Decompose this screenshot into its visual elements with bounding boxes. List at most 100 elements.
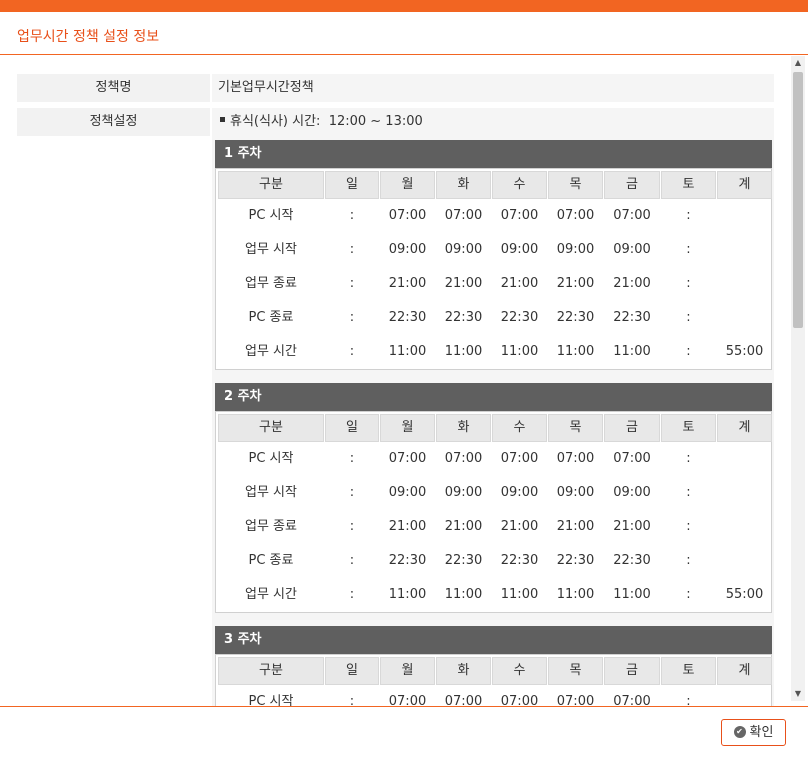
break-time-line: 휴식(식사) 시간: 12:00 ~ 13:00 xyxy=(220,112,423,132)
dialog-content[interactable]: 정책명 기본업무시간정책 정책설정 휴식(식사) 시간: 12:00 ~ 13:… xyxy=(0,56,808,706)
table-cell: 22:30 xyxy=(613,553,651,568)
table-cell: 11:00 xyxy=(556,587,595,602)
row-label-cell: PC 시작 xyxy=(248,694,294,706)
table-cell: 21:00 xyxy=(500,519,539,534)
table-header-cell: 계 xyxy=(717,171,772,199)
week-section: 1 주차 구분 일 월 화 수 목 금 토 계 PC 시작: 07:00 07:00 07:00 07:00… xyxy=(215,140,772,370)
table-cell: 21:00 xyxy=(556,276,595,291)
table-cell: 21:00 xyxy=(556,519,595,534)
table-cell: 55:00 xyxy=(725,344,764,359)
table-cell: 07:00 xyxy=(556,451,595,466)
table-cell: 11:00 xyxy=(500,587,539,602)
table-header-cell: 수 xyxy=(492,657,547,685)
dialog-header: 업무시간 정책 설정 정보 xyxy=(0,12,808,55)
check-circle-icon: ✔ xyxy=(733,725,746,738)
table-cell: : xyxy=(349,310,355,325)
table-cell: 07:00 xyxy=(388,694,427,706)
table-cell: 21:00 xyxy=(444,519,483,534)
table-cell xyxy=(717,199,772,233)
scrollbar-thumb[interactable] xyxy=(793,72,803,328)
bullet-square-icon xyxy=(220,117,225,122)
table-header-cell: 수 xyxy=(492,414,547,442)
table-header-cell: 토 xyxy=(661,414,716,442)
table-cell: : xyxy=(349,587,355,602)
table-cell: 07:00 xyxy=(500,208,539,223)
table-cell xyxy=(717,510,772,544)
table-cell: 09:00 xyxy=(556,485,595,500)
table-cell: 09:00 xyxy=(500,485,539,500)
table-cell xyxy=(717,442,772,476)
table-cell: 07:00 xyxy=(444,694,483,706)
table-header-cell: 토 xyxy=(661,657,716,685)
week-title: 3 주차 xyxy=(215,626,772,654)
table-header-cell: 일 xyxy=(325,414,379,442)
table-cell: 22:30 xyxy=(388,310,427,325)
table-cell: 11:00 xyxy=(613,587,651,602)
scroll-up-arrow-icon[interactable]: ▲ xyxy=(791,56,805,70)
table-header-cell: 토 xyxy=(661,171,716,199)
table-cell: 07:00 xyxy=(613,451,651,466)
table-cell: 11:00 xyxy=(388,587,427,602)
table-cell: : xyxy=(686,451,691,466)
policy-setting-label: 정책설정 xyxy=(17,108,210,136)
week-section: 3 주차 구분 일 월 화 수 목 금 토 계 PC 시작: 07:00 07:00 07:00 07:00… xyxy=(215,626,772,706)
table-cell: : xyxy=(686,519,691,534)
table-cell: 21:00 xyxy=(613,276,651,291)
week-table: 구분 일 월 화 수 목 금 토 계 PC 시작: 07:00 07:00 07:00 07:00 07:0… xyxy=(215,654,772,706)
table-cell: 09:00 xyxy=(613,485,651,500)
row-label-cell: 업무 종료 xyxy=(245,276,297,291)
week-table: 구분 일 월 화 수 목 금 토 계 PC 시작: 07:00 07:00 07:00 07:00 07:0… xyxy=(215,168,772,370)
table-header-cell: 금 xyxy=(604,414,660,442)
table-cell: 22:30 xyxy=(388,553,427,568)
table-header-cell: 월 xyxy=(380,171,435,199)
table-cell: 22:30 xyxy=(613,310,651,325)
table-cell: 22:30 xyxy=(500,310,539,325)
row-label-cell: 업무 시작 xyxy=(245,485,297,500)
table-cell: : xyxy=(349,694,355,706)
vertical-scrollbar[interactable]: ▲ ▼ xyxy=(791,56,805,701)
scroll-down-arrow-icon[interactable]: ▼ xyxy=(791,687,805,701)
table-cell: 07:00 xyxy=(500,694,539,706)
table-header-cell: 목 xyxy=(548,171,603,199)
policy-name-label: 정책명 xyxy=(17,74,210,102)
table-cell: 09:00 xyxy=(388,485,427,500)
table-header-cell: 구분 xyxy=(218,414,324,442)
table-cell: : xyxy=(686,242,691,257)
table-header-cell: 화 xyxy=(436,657,491,685)
table-cell xyxy=(717,267,772,301)
table-cell: 21:00 xyxy=(388,276,427,291)
table-header-cell: 일 xyxy=(325,171,379,199)
table-cell: 22:30 xyxy=(556,310,595,325)
week-title: 2 주차 xyxy=(215,383,772,411)
table-header-cell: 계 xyxy=(717,414,772,442)
table-header-cell: 일 xyxy=(325,657,379,685)
week-table: 구분 일 월 화 수 목 금 토 계 PC 시작: 07:00 07:00 07:00 07:00 07:0… xyxy=(215,411,772,613)
row-label-cell: 업무 시간 xyxy=(245,344,297,359)
table-cell xyxy=(717,301,772,335)
table-cell: 11:00 xyxy=(444,587,483,602)
table-cell: 09:00 xyxy=(500,242,539,257)
table-cell: 21:00 xyxy=(500,276,539,291)
dialog-footer: ✔ 확인 xyxy=(0,706,808,759)
ok-button[interactable]: ✔ 확인 xyxy=(721,719,786,746)
table-cell: 07:00 xyxy=(500,451,539,466)
table-cell: 11:00 xyxy=(444,344,483,359)
table-cell: 11:00 xyxy=(388,344,427,359)
table-cell: 07:00 xyxy=(388,208,427,223)
table-cell: : xyxy=(686,208,691,223)
table-header-cell: 수 xyxy=(492,171,547,199)
table-header-cell: 계 xyxy=(717,657,772,685)
dialog-title: 업무시간 정책 설정 정보 xyxy=(17,29,160,45)
table-cell: 09:00 xyxy=(556,242,595,257)
row-label-cell: PC 시작 xyxy=(248,208,294,223)
table-cell: 07:00 xyxy=(556,208,595,223)
policy-name-value: 기본업무시간정책 xyxy=(212,74,774,102)
row-label-cell: PC 종료 xyxy=(248,310,294,325)
row-label-cell: 업무 시작 xyxy=(245,242,297,257)
break-time-label: 휴식(식사) 시간: xyxy=(230,114,321,129)
table-cell: 21:00 xyxy=(388,519,427,534)
table-cell: : xyxy=(349,485,355,500)
table-header-cell: 구분 xyxy=(218,657,324,685)
policy-setting-value: 휴식(식사) 시간: 12:00 ~ 13:00 1 주차 구분 일 월 화 수 목 금 토 계 P… xyxy=(212,108,774,706)
table-cell: : xyxy=(686,553,691,568)
